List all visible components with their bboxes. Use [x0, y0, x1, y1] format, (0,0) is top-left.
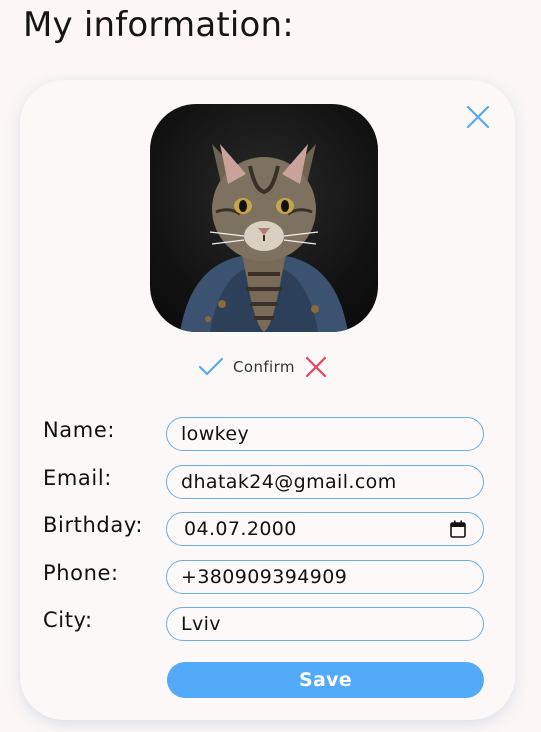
birthday-field: [166, 512, 484, 546]
city-input[interactable]: [166, 607, 484, 641]
email-label: Email:: [43, 466, 112, 490]
check-icon[interactable]: [198, 357, 224, 377]
save-button[interactable]: Save: [167, 662, 484, 698]
phone-label: Phone:: [43, 561, 119, 585]
avatar[interactable]: [150, 104, 378, 332]
close-icon[interactable]: [465, 104, 491, 130]
birthday-label: Birthday:: [43, 513, 143, 537]
confirm-row: Confirm: [198, 352, 327, 382]
name-label: Name:: [43, 418, 116, 442]
cat-avatar-icon: [180, 144, 348, 332]
email-input[interactable]: [166, 465, 484, 499]
calendar-icon[interactable]: [450, 520, 466, 538]
city-label: City:: [43, 608, 93, 632]
birthday-input[interactable]: [166, 512, 484, 546]
page-title: My information:: [23, 5, 294, 45]
phone-input[interactable]: [166, 560, 484, 594]
x-icon[interactable]: [305, 356, 327, 378]
name-input[interactable]: [166, 417, 484, 451]
confirm-button[interactable]: Confirm: [233, 358, 295, 376]
